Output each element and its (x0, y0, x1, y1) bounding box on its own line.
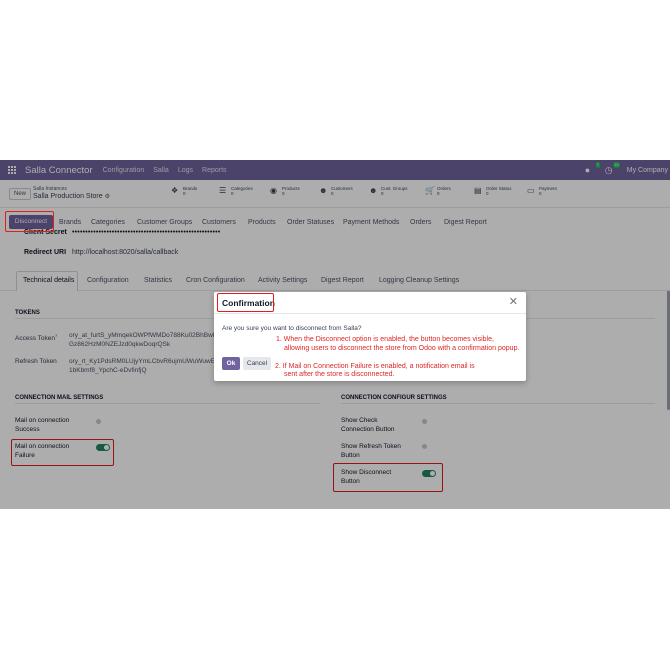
close-icon[interactable]: ✕ (509, 295, 518, 309)
annotation-note-1-line-2: allowing users to disconnect the store f… (284, 345, 520, 352)
annotation-note-2-line-1: 2. If Mail on Connection Failure is enab… (275, 363, 475, 370)
annotation-note-2-line-2: sent after the store is disconnected. (284, 371, 395, 378)
highlight-dialog-title (217, 293, 274, 312)
highlight-disconnect-button (5, 211, 54, 232)
ok-button[interactable]: Ok (222, 357, 240, 370)
cancel-button[interactable]: Cancel (243, 357, 271, 370)
annotation-note-1-line-1: 1. When the Disconnect option is enabled… (276, 336, 494, 343)
app-window: Salla Connector Configuration Salla Logs… (0, 160, 670, 509)
dialog-message: Are you sure you want to disconnect from… (222, 325, 362, 332)
